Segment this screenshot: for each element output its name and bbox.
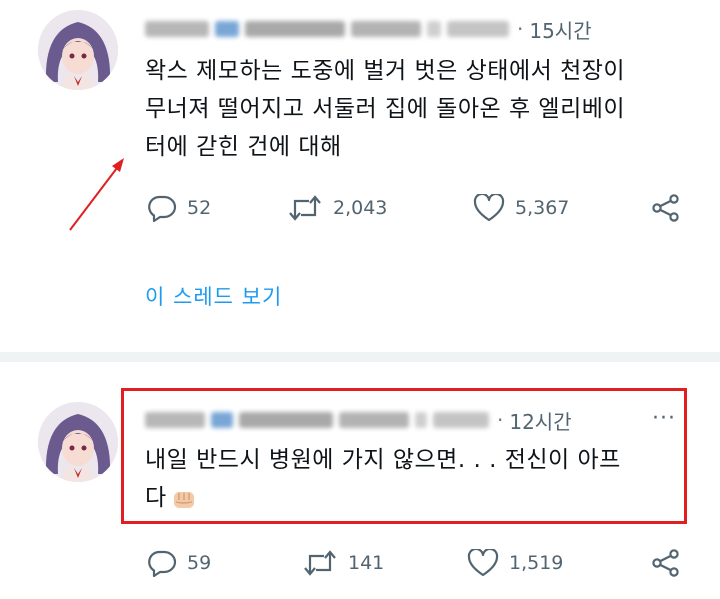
tweet-text-line: 무너져 떨어지고 서둘러 집에 돌아온 후 엘리베이 — [145, 96, 626, 122]
tweet-text: 왁스 제모하는 도중에 벌거 벗은 상태에서 천장이 무너져 떨어지고 서둘러 … — [145, 52, 625, 166]
like-count: 5,367 — [515, 197, 570, 219]
blurred-username — [245, 21, 345, 37]
share-button[interactable] — [651, 194, 681, 222]
share-button[interactable] — [651, 549, 681, 577]
like-icon — [467, 549, 499, 577]
retweet-icon — [289, 195, 321, 221]
action-bar: 52 2,043 5,367 — [147, 194, 681, 222]
reply-count: 59 — [187, 552, 212, 574]
blurred-handle — [447, 21, 509, 37]
avatar[interactable] — [38, 10, 118, 90]
reply-count: 52 — [187, 197, 212, 219]
action-bar: 59 141 1,519 — [147, 549, 681, 577]
tweet-divider — [0, 352, 720, 362]
tweet-time[interactable]: 15시간 — [529, 15, 591, 44]
retweet-count: 141 — [348, 552, 385, 574]
avatar[interactable] — [38, 402, 118, 482]
blurred-username — [351, 21, 421, 37]
show-thread-link[interactable]: 이 스레드 보기 — [145, 281, 282, 311]
tweet-text-line: 터에 갇힌 건에 대해 — [145, 134, 342, 160]
like-icon — [473, 194, 505, 222]
reply-icon — [148, 550, 177, 577]
retweet-count: 2,043 — [333, 197, 388, 219]
tweet-header: · 15시간 — [145, 14, 592, 44]
reply-button[interactable]: 52 — [147, 194, 287, 222]
blurred-username — [145, 21, 209, 37]
like-button[interactable]: 5,367 — [473, 194, 651, 222]
retweet-icon — [304, 550, 336, 576]
tweet-text-line: 왁스 제모하는 도중에 벌거 벗은 상태에서 천장이 — [145, 58, 626, 84]
like-count: 1,519 — [509, 552, 564, 574]
share-icon — [652, 194, 679, 222]
highlight-box — [121, 388, 687, 524]
reply-button[interactable]: 59 — [147, 549, 302, 577]
like-button[interactable]: 1,519 — [467, 549, 651, 577]
retweet-button[interactable]: 2,043 — [287, 194, 473, 222]
reply-icon — [148, 195, 177, 222]
share-icon — [652, 549, 679, 577]
annotation-arrow — [69, 158, 124, 231]
retweet-button[interactable]: 141 — [302, 549, 467, 577]
separator-dot: · — [517, 17, 524, 41]
blurred-handle — [427, 21, 441, 37]
blurred-username — [215, 21, 239, 37]
